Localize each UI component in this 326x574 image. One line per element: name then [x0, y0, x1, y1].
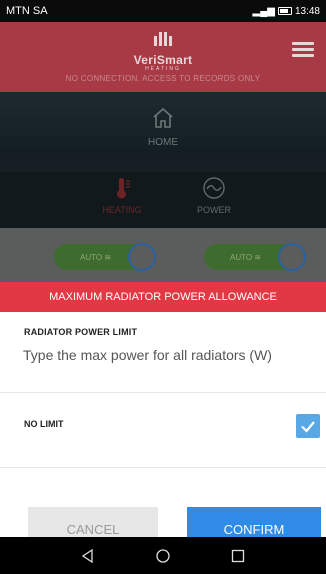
thermometer-icon [117, 178, 130, 199]
power-limit-dialog: RADIATOR POWER LIMIT NO LIMIT CANCEL CON… [0, 312, 326, 537]
home-icon [153, 107, 173, 128]
home-circle-icon[interactable] [155, 548, 171, 564]
cancel-button[interactable]: CANCEL [28, 507, 158, 537]
app-header: VeriSmart HEATING NO CONNECTION. ACCESS … [0, 22, 326, 92]
field-label: RADIATOR POWER LIMIT [24, 327, 138, 337]
offline-banner: NO CONNECTION. ACCESS TO RECORDS ONLY [65, 74, 261, 83]
home-label: HOME [148, 137, 178, 148]
divider [0, 467, 326, 468]
back-icon[interactable] [80, 548, 96, 564]
status-bar: MTN SA ▂▄▆ 13:48 [0, 0, 326, 22]
logo-mark-icon [153, 30, 173, 46]
power-limit-input[interactable] [23, 342, 318, 368]
tab-heating[interactable]: HEATING [82, 176, 162, 215]
android-nav-bar [0, 537, 326, 574]
app-screen: VeriSmart HEATING NO CONNECTION. ACCESS … [0, 22, 326, 537]
checkmark-icon [301, 421, 315, 433]
device-mode-label: AUTO [80, 252, 103, 262]
home-button[interactable]: HOME [0, 106, 326, 148]
tab-power[interactable]: POWER [174, 176, 254, 215]
device-toggle[interactable]: AUTO ≋ [204, 243, 306, 271]
toggle-knob [278, 243, 306, 271]
confirm-button[interactable]: CONFIRM [187, 507, 321, 537]
status-icons: ▂▄▆ 13:48 [253, 6, 321, 17]
brand-tagline: HEATING [145, 66, 181, 72]
device-toggle[interactable]: AUTO ≋ [54, 243, 156, 271]
mode-tabs: HEATING POWER [0, 172, 326, 228]
brand-name: VeriSmart [133, 53, 193, 67]
tab-heating-label: HEATING [102, 205, 142, 215]
wifi-icon: ≋ [254, 252, 262, 262]
recents-icon[interactable] [230, 548, 246, 564]
divider [0, 392, 326, 393]
tab-power-label: POWER [196, 205, 231, 215]
device-row: AUTO ≋ AUTO ≋ [0, 228, 326, 282]
wifi-icon: ≋ [104, 252, 112, 262]
toggle-knob [128, 243, 156, 271]
battery-icon [277, 7, 292, 15]
carrier: MTN SA [6, 5, 48, 17]
device-mode-label: AUTO [230, 252, 253, 262]
signal-icon: ▂▄▆ [252, 5, 275, 17]
logo: VeriSmart HEATING [0, 30, 326, 72]
no-limit-label: NO LIMIT [24, 419, 64, 429]
dialog-title: MAXIMUM RADIATOR POWER ALLOWANCE [0, 282, 326, 312]
no-limit-checkbox[interactable] [296, 414, 320, 438]
hamburger-menu-icon[interactable] [292, 42, 314, 58]
power-wave-icon [203, 177, 225, 199]
clock: 13:48 [294, 5, 320, 17]
